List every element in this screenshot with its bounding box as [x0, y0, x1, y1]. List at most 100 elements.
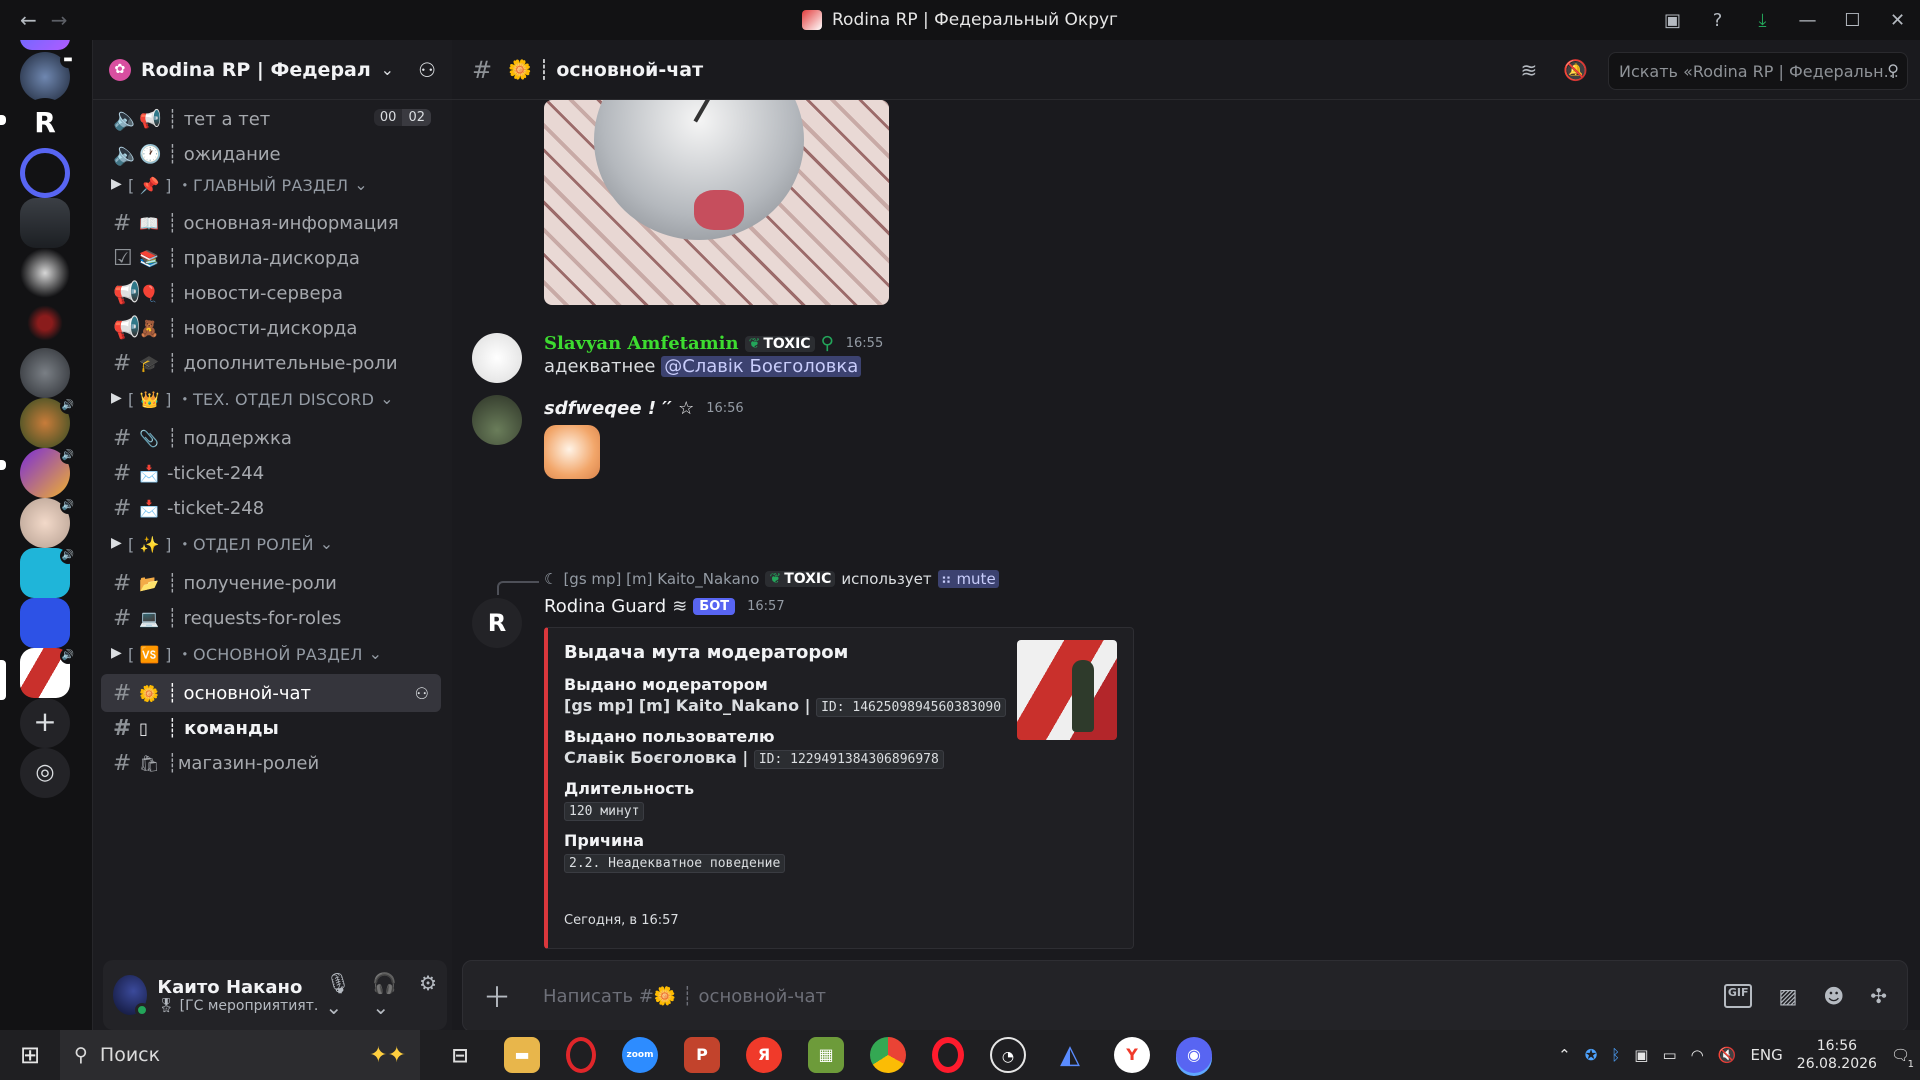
category-header[interactable]: ▶[ ✨ ] ・ОТДЕЛ РОЛЕЙ ⌄ — [111, 531, 333, 555]
opera-icon[interactable] — [932, 1037, 964, 1073]
avatar[interactable] — [472, 333, 522, 383]
headphones-icon[interactable]: 🎧⌄ — [372, 971, 405, 1019]
text-channel[interactable]: # 💻 ┊ requests-for-roles — [101, 599, 441, 637]
sticker-icon[interactable]: ▨ — [1778, 984, 1797, 1008]
wifi-icon[interactable]: ◠ — [1691, 1046, 1704, 1064]
cat-image-attachment[interactable] — [544, 100, 889, 305]
text-channel[interactable]: # 🛍 ┊магазин-ролей — [101, 744, 441, 782]
server-icon-rodina[interactable]: R — [20, 98, 70, 148]
file-explorer-icon[interactable]: ▬ — [504, 1037, 540, 1073]
server-icon-g[interactable]: 🔊 — [20, 448, 76, 498]
help-icon[interactable]: ? — [1695, 10, 1740, 31]
battery-icon[interactable]: ▭ — [1662, 1046, 1676, 1064]
download-icon[interactable]: ⤓ — [1740, 10, 1785, 31]
text-channel[interactable]: # 🎓 ┊ дополнительные-роли — [101, 344, 441, 382]
server-icon-hat[interactable] — [20, 348, 70, 398]
forward-arrow-icon[interactable]: → — [51, 8, 68, 32]
server-icon-eagle[interactable] — [20, 248, 70, 298]
microphone-icon[interactable]: 🎙⌄ — [325, 971, 358, 1019]
gear-icon[interactable]: ⚙ — [419, 971, 437, 1019]
message-input[interactable]: Написать #🌼 ┊ основной-чат — [543, 986, 1724, 1007]
inbox-icon[interactable]: ▣ — [1650, 10, 1695, 31]
rules-channel[interactable]: ☑ 📚 ┊ правила-дискорда — [101, 239, 441, 277]
add-server-icon[interactable]: + — [20, 698, 70, 748]
author-name[interactable]: Slavyan Amfetamin — [544, 333, 739, 354]
apps-icon[interactable]: ✣ — [1870, 984, 1887, 1008]
server-header[interactable]: ✿ Rodina RP | Федеральн... ⌄ ⚇ — [93, 40, 452, 100]
notifications-icon[interactable]: 🗨 1 — [1891, 1046, 1914, 1070]
yandex-browser-icon[interactable]: Y — [1114, 1037, 1150, 1073]
text-channel[interactable]: # 📎 ┊ поддержка — [101, 419, 441, 457]
category-header[interactable]: ▶[ 🆚 ] ・ОСНОВНОЙ РАЗДЕЛ ⌄ — [111, 641, 382, 665]
author-name[interactable]: sdfweqee ! ′′ ☆ — [544, 398, 694, 419]
zoom-icon[interactable]: zoom — [622, 1037, 658, 1073]
server-icon-sword[interactable]: ▬ — [20, 52, 76, 102]
message-composer[interactable]: ＋ Написать #🌼 ┊ основной-чат GIF ▨ ☻ ✣ — [462, 960, 1908, 1032]
discover-icon[interactable]: ◎ — [20, 748, 70, 798]
chevron-down-icon[interactable]: ⌄ — [381, 60, 394, 79]
chevron-up-icon[interactable]: ⌃ — [1558, 1046, 1571, 1064]
text-channel[interactable]: # 📂 ┊ получение-роли — [101, 564, 441, 602]
voice-channel[interactable]: 🔈 📢 ┊ тет а тет 00 02 — [101, 100, 441, 138]
emoji-icon[interactable]: ☻ — [1823, 984, 1844, 1008]
command-reply-context[interactable]: ☾ [gs mp] [m] Kaito_Nakano ❦ TOXIC исполь… — [544, 570, 999, 588]
taskbar-search[interactable]: ⚲ Поиск ✦✦ — [60, 1030, 420, 1080]
text-channel[interactable]: # 📖 ┊ основная-информация — [101, 204, 441, 242]
close-icon[interactable]: ✕ — [1875, 10, 1920, 31]
minecraft-icon[interactable]: ▦ — [808, 1037, 844, 1073]
gif-button[interactable]: GIF — [1723, 984, 1753, 1008]
bluetooth-icon[interactable]: ᛒ — [1611, 1046, 1620, 1064]
app-tray-icon[interactable]: ✪ — [1585, 1046, 1598, 1064]
camera-icon[interactable]: ▣ — [1634, 1046, 1648, 1064]
user-info[interactable]: Каито Накано 🎖 [ГС мероприятият... — [157, 977, 317, 1014]
back-arrow-icon[interactable]: ← — [20, 8, 37, 32]
text-channel-unread[interactable]: # ▯ ┊ команды — [101, 709, 441, 747]
guild-tag[interactable]: ❦ TOXIC — [744, 335, 815, 352]
server-icon-rose[interactable] — [20, 298, 70, 348]
language-indicator[interactable]: ENG — [1750, 1046, 1782, 1064]
powerpoint-icon[interactable]: P — [684, 1037, 720, 1073]
avatar[interactable] — [113, 975, 150, 1017]
notification-bell-icon[interactable]: 🔕 — [1563, 58, 1588, 82]
search-input[interactable]: Искать «Rodina RP | Федеральн... ⚲ — [1608, 52, 1908, 90]
windows-start-icon[interactable]: ⊞ — [0, 1041, 60, 1069]
avatar[interactable] — [472, 395, 522, 445]
server-icon-top[interactable] — [20, 40, 70, 50]
bot-avatar[interactable]: R — [472, 598, 522, 648]
ticket-channel[interactable]: # 📩 -ticket-248 — [101, 489, 441, 527]
discord-icon[interactable]: ◉ — [1176, 1037, 1212, 1073]
chrome-icon[interactable] — [870, 1037, 906, 1073]
task-view-icon[interactable]: ⊟ — [442, 1037, 478, 1073]
clock[interactable]: 16:56 26.08.2026 — [1797, 1037, 1877, 1073]
launcher-icon[interactable]: ◭ — [1052, 1037, 1088, 1073]
add-member-icon[interactable]: ⚇ — [418, 58, 436, 82]
threads-icon[interactable]: ≋ — [1521, 58, 1538, 82]
voice-channel[interactable]: 🔈 🕐 ┊ ожидание — [101, 135, 441, 173]
announcement-channel[interactable]: 📢 🎈 ┊ новости-сервера — [101, 274, 441, 312]
author-name[interactable]: Rodina Guard — [544, 596, 666, 617]
server-icon-girl[interactable]: 🔊 — [20, 398, 76, 448]
server-icon-roblox[interactable] — [20, 598, 70, 648]
embed-thumbnail[interactable] — [1017, 640, 1117, 740]
category-header[interactable]: ▶[ 📌 ] ・ГЛАВНЫЙ РАЗДЕЛ ⌄ — [111, 172, 368, 196]
invite-icon[interactable]: ⚇ — [415, 684, 429, 703]
server-icon-cat[interactable]: 🔊 — [20, 498, 76, 548]
announcement-channel[interactable]: 📢 🧸 ┊ новости-дискорда — [101, 309, 441, 347]
opera-gx-icon[interactable] — [566, 1037, 596, 1073]
category-header[interactable]: ▶[ 👑 ] ・ТЕХ. ОТДЕЛ DISCORD ⌄ — [111, 386, 394, 410]
maximize-icon[interactable]: ☐ — [1830, 10, 1875, 31]
server-icon-creeper[interactable]: 🔊 — [20, 548, 76, 598]
server-icon-selected[interactable]: 🔊 — [20, 648, 76, 698]
user-mention[interactable]: @Славік Боєголовка — [661, 356, 862, 377]
ticket-channel[interactable]: # 📩 -ticket-244 — [101, 454, 441, 492]
minimize-icon[interactable]: — — [1785, 10, 1830, 31]
obs-icon[interactable]: ◔ — [990, 1037, 1026, 1073]
server-icon-car[interactable] — [20, 198, 70, 248]
text-channel-active[interactable]: # 🌼 ┊ основной-чат ⚇ — [101, 674, 441, 712]
slash-command[interactable]: ⠶ mute — [937, 570, 999, 588]
volume-muted-icon[interactable]: 🔇 — [1718, 1046, 1737, 1064]
server-icon-ring[interactable] — [20, 148, 70, 198]
plus-icon[interactable]: ＋ — [483, 976, 543, 1016]
yandex-icon[interactable]: Я — [746, 1037, 782, 1073]
cat-sticker-emoji[interactable] — [544, 425, 600, 479]
